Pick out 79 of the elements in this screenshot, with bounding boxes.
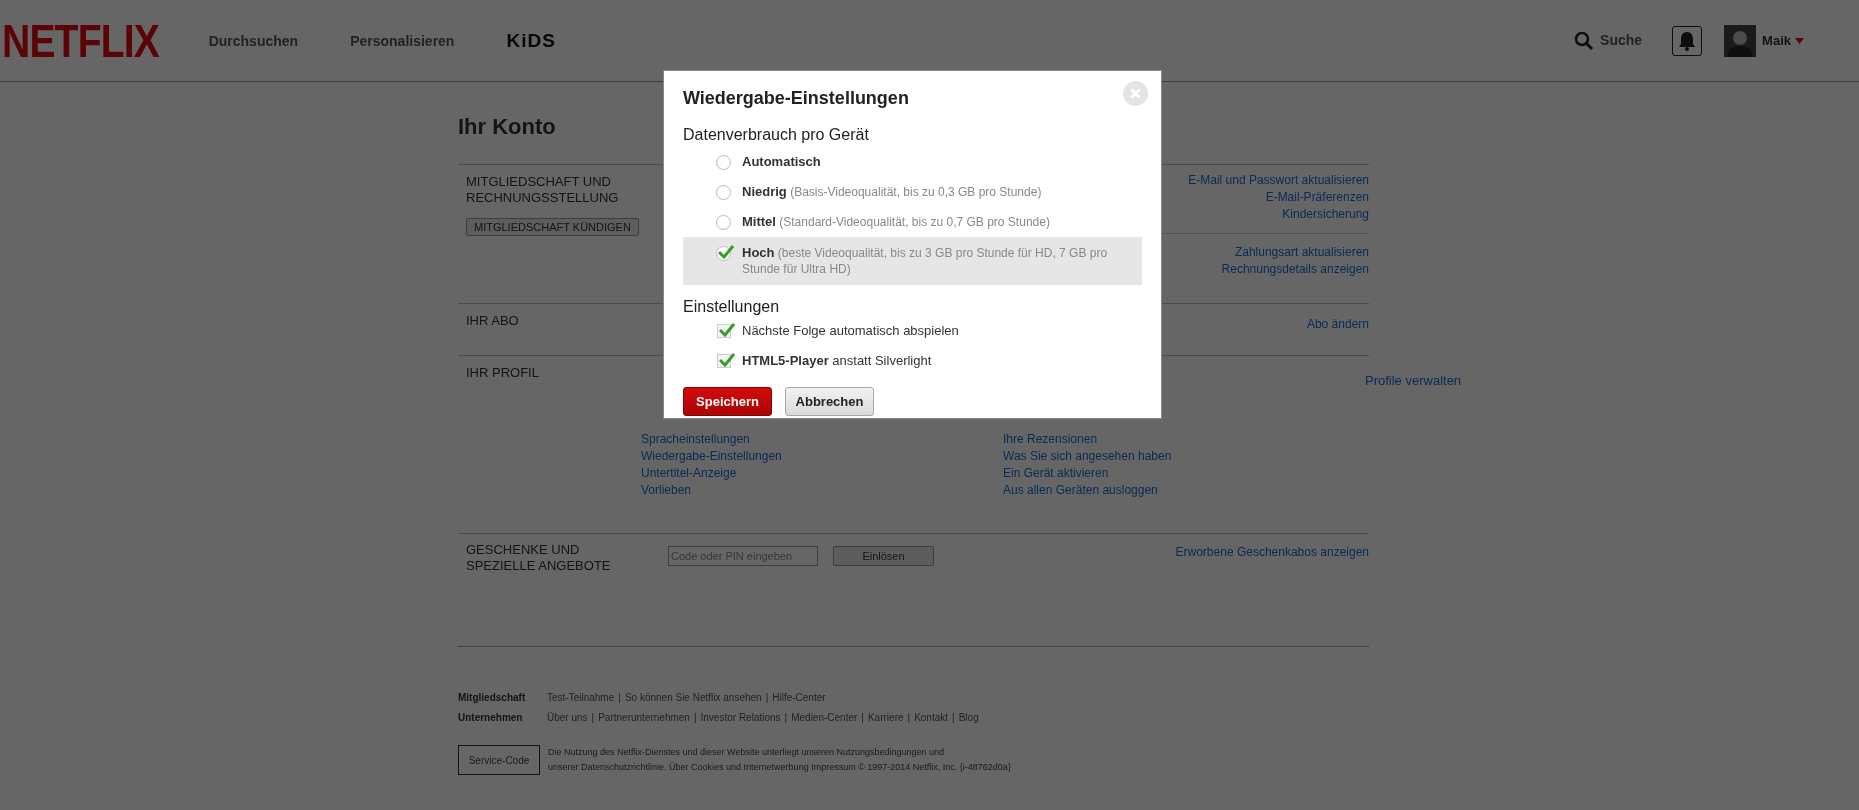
user-name[interactable]: Maik <box>1762 30 1791 51</box>
section-title: IHR PROFIL <box>466 365 540 381</box>
legal-text: Die Nutzung des Netflix-Dienstes und dieser Website unterliegt unseren Nutzungsbedingungen und unserer Datenschutzrichtlinie. Über Cookies und Internetwerbung Impressum © 1997-2014 Netflix, Inc. {i-48762d0a} <box>548 746 1011 774</box>
footer-link[interactable]: Blog <box>958 709 979 725</box>
caret-icon[interactable] <box>1795 37 1804 44</box>
cancel-button[interactable]: Abbrechen <box>785 387 874 416</box>
section-heading: Einstellungen <box>683 297 781 317</box>
footer-link[interactable]: Medien-Center <box>791 709 858 725</box>
section-title: MITGLIEDSCHAFT UND RECHNUNGSSTELLUNG <box>466 174 620 206</box>
link[interactable]: E-Mail und Passwort aktualisieren <box>1188 172 1369 189</box>
setting-label: Nächste Folge automatisch abspielen <box>742 323 959 339</box>
separator: | <box>784 710 788 725</box>
netflix-logo[interactable]: NETFLIX <box>2 17 159 64</box>
link[interactable]: Aus allen Geräten ausloggen <box>1003 482 1365 499</box>
cancel-membership-button[interactable]: MITGLIEDSCHAFT KÜNDIGEN <box>466 218 639 236</box>
footer-link[interactable]: Partnerunternehmen <box>598 709 690 725</box>
bell-icon <box>1678 30 1697 51</box>
search-icon[interactable] <box>1574 30 1595 51</box>
option-label: Mittel (Standard-Videoqualität, bis zu 0,7 GB pro Stunde) <box>742 214 1050 230</box>
footer-label: Unternehmen <box>458 710 524 725</box>
search-label[interactable]: Suche <box>1600 30 1643 51</box>
separator: | <box>907 710 911 725</box>
quality-option[interactable]: Hoch (beste Videoqualität, bis zu 3 GB pro Stunde für HD, 7 GB pro Stunde für Ultra HD) <box>683 237 1142 285</box>
footer-link[interactable]: Investor Relations <box>700 709 781 725</box>
redeem-button[interactable]: Einlösen <box>833 546 934 566</box>
footer-link[interactable]: Karriere <box>867 709 904 725</box>
link[interactable]: Erworbene Geschenkabos anzeigen <box>1175 544 1369 561</box>
footer-link[interactable]: Über uns <box>547 709 588 725</box>
radio-button[interactable] <box>716 185 731 200</box>
page-title: Ihr Konto <box>458 114 556 140</box>
setting-label: HTML5-Player anstatt Silverlight <box>742 353 932 369</box>
option-label: Automatisch <box>742 154 821 170</box>
section-title: GESCHENKE UND SPEZIELLE ANGEBOTE <box>466 542 612 574</box>
quality-option[interactable]: Automatisch <box>683 147 1142 177</box>
check-icon <box>719 323 735 337</box>
option-label: Niedrig (Basis-Videoqualität, bis zu 0,3 GB pro Stunde) <box>742 184 1042 200</box>
link[interactable]: Kindersicherung <box>1282 206 1369 223</box>
footer-label: Mitgliedschaft <box>458 690 527 705</box>
footer-link[interactable]: So können Sie Netflix ansehen <box>624 689 762 705</box>
kids-logo[interactable]: KiDS <box>506 27 556 56</box>
link[interactable]: Was Sie sich angesehen haben <box>1003 448 1365 465</box>
separator: | <box>952 710 955 725</box>
separator: | <box>861 710 864 725</box>
nav-link[interactable]: Personalisieren <box>350 31 455 52</box>
dialog-title: Wiedergabe-Einstellungen <box>683 87 909 109</box>
footer-link[interactable]: Hilfe-Center <box>772 689 826 705</box>
nav-link[interactable]: Durchsuchen <box>208 31 299 52</box>
separator: | <box>693 710 697 725</box>
service-code-button[interactable]: Service-Code <box>458 745 540 775</box>
close-icon <box>1130 88 1141 99</box>
link[interactable]: Rechnungsdetails anzeigen <box>1221 261 1369 278</box>
quality-option[interactable]: Niedrig (Basis-Videoqualität, bis zu 0,3 GB pro Stunde) <box>683 177 1142 207</box>
separator: | <box>591 710 595 725</box>
link[interactable]: Abo ändern <box>1306 316 1369 333</box>
check-icon <box>718 245 734 259</box>
link[interactable]: Zahlungsart aktualisieren <box>1234 244 1369 261</box>
link[interactable]: Ein Gerät aktivieren <box>1003 465 1365 482</box>
radio-button[interactable] <box>716 246 731 261</box>
radio-button[interactable] <box>716 155 731 170</box>
option-label: Hoch (beste Videoqualität, bis zu 3 GB pro Stunde für HD, 7 GB pro Stunde für Ultra HD) <box>742 245 1109 277</box>
link[interactable]: Untertitel-Anzeige <box>641 465 1003 482</box>
notifications-button[interactable] <box>1672 25 1703 56</box>
avatar-icon[interactable] <box>1724 24 1757 57</box>
separator: | <box>765 690 769 705</box>
section-title: IHR ABO <box>466 313 520 329</box>
link[interactable]: Ihre Rezensionen <box>1003 431 1365 448</box>
quality-option[interactable]: Mittel (Standard-Videoqualität, bis zu 0,7 GB pro Stunde) <box>683 207 1142 237</box>
footer-link[interactable]: Test-Teilnahme <box>547 689 615 705</box>
link[interactable]: Spracheinstellungen <box>641 431 1003 448</box>
radio-button[interactable] <box>716 215 731 230</box>
link[interactable]: Vorlieben <box>641 482 1003 499</box>
save-button[interactable]: Speichern <box>683 387 772 416</box>
section-heading: Datenverbrauch pro Gerät <box>683 125 870 145</box>
link[interactable]: Profile verwalten <box>1365 372 1462 389</box>
footer-link[interactable]: Kontakt <box>914 709 949 725</box>
check-icon <box>719 353 735 367</box>
separator: | <box>618 690 621 705</box>
link[interactable]: Wiedergabe-Einstellungen <box>641 448 1003 465</box>
link[interactable]: E-Mail-Präferenzen <box>1265 189 1369 206</box>
